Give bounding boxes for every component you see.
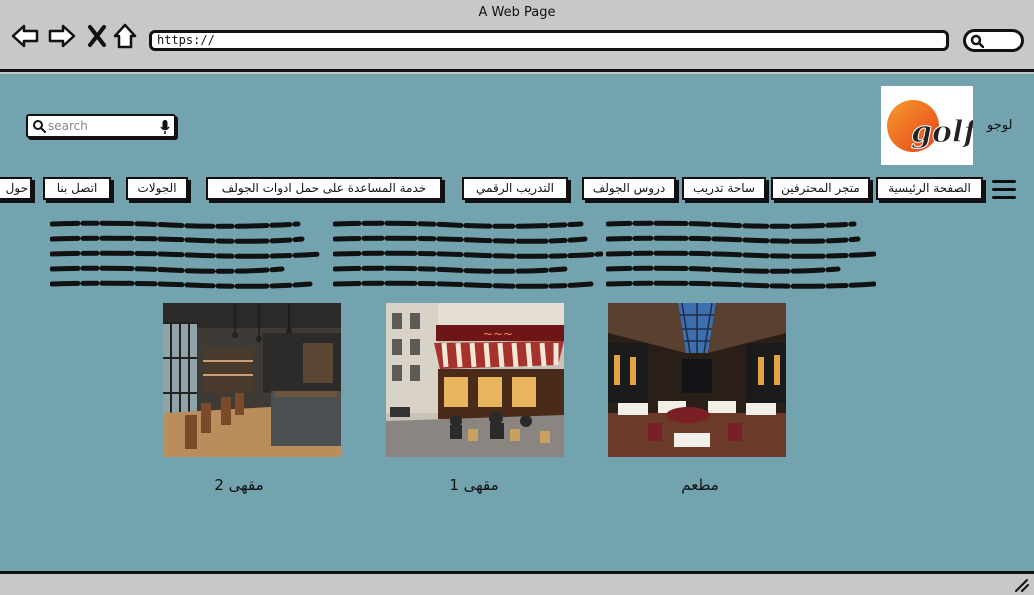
logo-text: golf — [911, 115, 973, 150]
scribble-text-block — [50, 220, 320, 289]
browser-chrome: A Web Page https:// — [0, 0, 1034, 72]
scribble-text-block — [606, 220, 876, 289]
close-icon[interactable] — [84, 22, 114, 50]
search-icon — [970, 34, 984, 48]
search-placeholder: search — [48, 119, 88, 133]
home-icon[interactable] — [111, 22, 141, 50]
nav-item-golf-lessons[interactable]: دروس الجولف — [582, 177, 676, 200]
cafe-2-caption: مقهى 2 — [214, 476, 264, 494]
scribble-text-block — [333, 220, 603, 289]
cafe-1-caption: مقهى 1 — [449, 476, 499, 494]
hamburger-icon[interactable] — [992, 180, 1016, 200]
microphone-icon[interactable] — [160, 119, 170, 135]
status-bar — [0, 571, 1034, 595]
address-bar[interactable]: https:// — [149, 30, 949, 51]
cafe-1-image[interactable]: ~~~ — [386, 303, 564, 457]
logo[interactable]: golf — [881, 86, 982, 165]
window-title: A Web Page — [478, 5, 556, 20]
logo-label: لوجو — [987, 118, 1013, 133]
site-search-input[interactable]: search — [26, 114, 176, 138]
arrow-left-icon[interactable] — [10, 22, 40, 50]
nav-item-digital-training[interactable]: التدريب الرقمي — [462, 177, 568, 200]
nav-item-home[interactable]: الصفحة الرئيسية — [876, 177, 983, 200]
nav-item-contact[interactable]: اتصل بنا — [43, 177, 111, 200]
resize-grip-icon[interactable] — [1014, 578, 1030, 592]
svg-text:~~~: ~~~ — [483, 327, 513, 341]
nav-item-caddie-service[interactable]: خدمة المساعدة على حمل ادوات الجولف — [206, 177, 442, 200]
nav-item-tours[interactable]: الجولات — [126, 177, 188, 200]
browser-search-button[interactable] — [963, 29, 1024, 52]
nav-item-pro-shop[interactable]: متجر المحترفين — [771, 177, 870, 200]
restaurant-image[interactable] — [608, 303, 786, 457]
cafe-2-image[interactable] — [163, 303, 341, 457]
restaurant-caption: مطعم — [681, 476, 719, 494]
arrow-right-icon[interactable] — [47, 22, 77, 50]
nav-item-driving-range[interactable]: ساحة تدريب — [682, 177, 766, 200]
nav-item-about[interactable]: حول — [0, 177, 32, 200]
page-content: لوجو golf search الصفحة الرئيسية متجر ال… — [0, 74, 1034, 571]
search-icon — [33, 120, 46, 133]
